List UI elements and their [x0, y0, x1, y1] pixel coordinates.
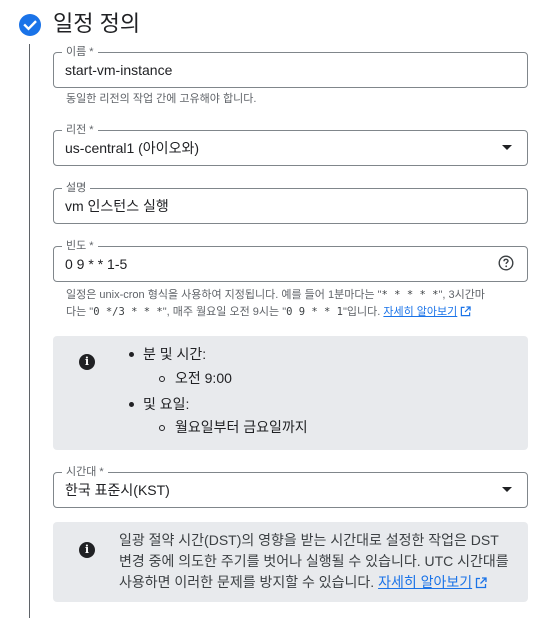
step-complete-check-icon — [19, 14, 41, 36]
name-input[interactable] — [65, 53, 485, 87]
hint-text: ", 3시간마 — [438, 289, 485, 301]
cron-example-every-minute: * * * * * — [381, 289, 439, 301]
schedule-summary-box: i 분 및 시간: 오전 9:00 및 요일: 월요일부터 금요일까지 — [53, 336, 528, 450]
step-connector-line — [29, 44, 30, 618]
cron-example-monday-9am: 0 9 * * 1 — [286, 306, 343, 318]
time-value: 오전 9:00 — [175, 370, 232, 386]
timezone-selected-value: 한국 표준시(KST) — [65, 482, 170, 498]
hint-text: 일정은 unix-cron 형식을 사용하여 지정됩니다. 예를 들어 1분마다… — [66, 289, 382, 301]
frequency-field[interactable]: 빈도 * — [53, 239, 528, 282]
day-value: 월요일부터 금요일까지 — [175, 419, 308, 435]
frequency-input[interactable] — [65, 247, 485, 281]
frequency-hint: 일정은 unix-cron 형식을 사용하여 지정됩니다. 예를 들어 1분마다… — [66, 287, 526, 321]
help-icon[interactable] — [498, 255, 514, 271]
description-input[interactable] — [65, 189, 485, 223]
name-field[interactable]: 이름 * — [53, 45, 528, 88]
region-selected-value: us-central1 (아이오와) — [65, 140, 199, 156]
name-hint: 동일한 리전의 작업 간에 고유해야 합니다. — [66, 93, 257, 105]
cron-example-every-3-hours: 0 */3 * * * — [93, 306, 163, 318]
step-title: 일정 정의 — [53, 11, 141, 36]
dropdown-arrow-icon[interactable] — [502, 487, 512, 492]
region-select[interactable]: 리전 * us-central1 (아이오와) — [53, 123, 528, 166]
external-link-icon[interactable] — [475, 577, 487, 589]
external-link-icon[interactable] — [460, 306, 471, 317]
dst-learn-more-link[interactable]: 자세히 알아보기 — [378, 574, 472, 590]
learn-more-link[interactable]: 자세히 알아보기 — [383, 306, 457, 318]
timezone-select[interactable]: 시간대 * 한국 표준시(KST) — [53, 465, 528, 508]
time-heading: 분 및 시간: — [143, 346, 207, 362]
hint-text: ", 매주 월요일 오전 9시는 " — [162, 306, 287, 318]
description-field[interactable]: 설명 — [53, 181, 528, 224]
day-heading: 및 요일: — [143, 396, 190, 412]
info-icon: i — [79, 354, 95, 370]
hint-text: "입니다. — [343, 306, 384, 318]
bullet — [129, 352, 134, 357]
bullet — [129, 402, 134, 407]
info-icon: i — [79, 542, 95, 558]
sub-bullet — [159, 425, 165, 431]
dst-notice-box: i 일광 절약 시간(DST)의 영향을 받는 시간대로 설정한 작업은 DST… — [53, 522, 528, 602]
dropdown-arrow-icon[interactable] — [502, 145, 512, 150]
dst-notice-text: 일광 절약 시간(DST)의 영향을 받는 시간대로 설정한 작업은 DST 변… — [119, 530, 514, 593]
hint-text: 다는 " — [66, 306, 94, 318]
sub-bullet — [159, 376, 165, 382]
